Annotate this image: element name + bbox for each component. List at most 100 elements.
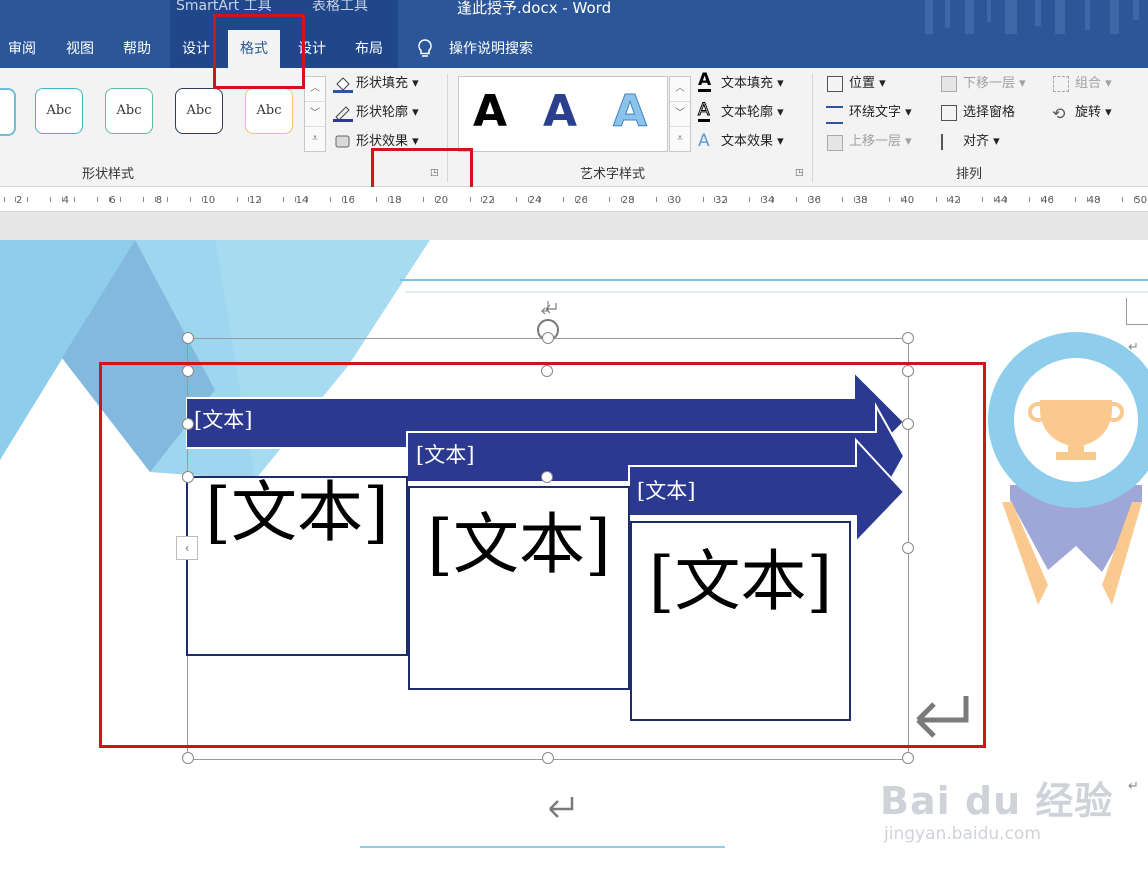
title-bar: SmartArt 工具 表格工具 逢此授予.docx - Word 审阅 视图 …	[0, 0, 1148, 68]
resize-handle-b[interactable]	[542, 752, 554, 764]
wrap-text-icon	[826, 106, 843, 124]
selection-pane-label: 选择窗格	[963, 105, 1016, 120]
text-fill-label: 文本填充	[721, 76, 774, 91]
ruler-minor-tick	[574, 197, 576, 202]
shape-style-swatch-partial[interactable]	[0, 88, 16, 136]
ruler-minor-tick	[3, 197, 5, 202]
resize-handle-br[interactable]	[902, 752, 914, 764]
baidu-watermark-url: jingyan.baidu.com	[884, 824, 1041, 844]
ruler-minor-tick	[166, 197, 168, 202]
selection-pane-icon	[941, 105, 957, 121]
ruler-minor-tick	[248, 197, 250, 202]
group-button[interactable]: 组合 ▾	[1075, 74, 1112, 94]
paragraph-mark-icon	[549, 797, 574, 818]
tell-me-search[interactable]: 操作说明搜索	[449, 38, 533, 60]
ruler-minor-tick	[912, 197, 914, 202]
ruler-minor-tick	[1040, 197, 1042, 202]
tab-review[interactable]: 审阅	[8, 38, 36, 60]
ruler-minor-tick	[120, 197, 122, 202]
ruler-tick-label: 8	[155, 195, 163, 206]
text-outline-icon: A	[698, 100, 710, 122]
lightbulb-icon[interactable]	[416, 38, 434, 60]
shape-outline-button[interactable]: 形状轮廓 ▾	[356, 103, 419, 123]
ruler-minor-tick	[1075, 197, 1077, 202]
shape-styles-group-label: 形状样式	[82, 167, 135, 182]
ruler-minor-tick	[632, 197, 634, 202]
scroll-down-icon[interactable]: ﹀	[305, 101, 325, 126]
ruler-minor-tick	[15, 197, 17, 202]
gallery-more-icon[interactable]: ⩡	[670, 126, 690, 151]
text-effects-icon: A	[698, 131, 710, 151]
text-outline-label: 文本轮廓	[721, 105, 774, 120]
resize-handle-tl[interactable]	[182, 332, 194, 344]
document-page[interactable]: [文本] [文本] [文本] [文本] [文本] [文本] ‹ ↵ ↵ Bai …	[0, 240, 1148, 875]
ruler-minor-tick	[236, 197, 238, 202]
paragraph-arrow-icon: ↵	[1128, 340, 1139, 355]
text-effects-label: 文本效果	[721, 134, 774, 149]
ruler-minor-tick	[481, 197, 483, 202]
ruler-tick-label: 4	[62, 195, 69, 206]
horizontal-ruler[interactable]: 2 4 6 8 10 12 14 16 18 20 22 24 26 28 30 32 34 36 38 40 42 44…	[0, 187, 1148, 212]
ruler-minor-tick	[760, 197, 762, 202]
ruler-minor-tick	[259, 197, 261, 202]
shape-style-swatch-1[interactable]: Abc	[35, 88, 83, 134]
position-button[interactable]: 位置 ▾	[849, 74, 886, 94]
ruler-minor-tick	[854, 197, 856, 202]
scroll-down-icon[interactable]: ﹀	[670, 101, 690, 126]
ruler-minor-tick	[609, 197, 611, 202]
wordart-style-3[interactable]: A	[612, 86, 647, 138]
shape-style-swatch-3[interactable]: Abc	[175, 88, 223, 134]
ruler-minor-tick	[213, 197, 215, 202]
tab-layout[interactable]: 布局	[355, 38, 383, 60]
shape-style-swatch-2[interactable]: Abc	[105, 88, 153, 134]
baidu-watermark-logo: Bai du 经验	[880, 779, 1114, 823]
tab-smartart-design[interactable]: 设计	[182, 38, 210, 60]
shape-style-swatch-4[interactable]: Abc	[245, 88, 293, 134]
text-effects-button[interactable]: 文本效果 ▾	[721, 132, 784, 152]
text-fill-icon: A	[698, 70, 712, 92]
position-label: 位置	[849, 76, 876, 91]
ruler-minor-tick	[61, 197, 63, 202]
ruler-minor-tick	[1005, 197, 1007, 202]
align-button[interactable]: 对齐 ▾	[963, 132, 1000, 152]
highlight-smartart	[99, 362, 986, 748]
wordart-style-1[interactable]: A	[473, 86, 507, 137]
shape-fill-button[interactable]: 形状填充 ▾	[356, 74, 419, 94]
wordart-style-2[interactable]: A	[543, 86, 577, 137]
wordart-dialog-launcher-icon[interactable]: ◳	[795, 168, 804, 178]
text-fill-button[interactable]: 文本填充 ▾	[721, 74, 784, 94]
ruler-minor-tick	[423, 197, 425, 202]
scroll-up-icon[interactable]: ︿	[670, 77, 690, 101]
scroll-up-icon[interactable]: ︿	[305, 77, 325, 101]
ruler-minor-tick	[283, 197, 285, 202]
send-backward-button[interactable]: 下移一层 ▾	[963, 74, 1026, 94]
shape-fill-label: 形状填充	[356, 76, 409, 91]
bring-forward-button[interactable]: 上移一层 ▾	[849, 132, 912, 152]
send-backward-label: 下移一层	[963, 76, 1016, 91]
resize-handle-t[interactable]	[542, 332, 554, 344]
resize-handle-tr[interactable]	[902, 332, 914, 344]
ruler-minor-tick	[889, 197, 891, 202]
text-outline-button[interactable]: 文本轮廓 ▾	[721, 103, 784, 123]
group-icon	[1053, 76, 1069, 92]
ruler-minor-tick	[656, 197, 658, 202]
resize-handle-bl[interactable]	[182, 752, 194, 764]
highlight-format-tab	[213, 14, 305, 89]
align-label: 对齐	[963, 134, 990, 149]
ruler-minor-tick	[527, 197, 529, 202]
shape-style-gallery-scroll[interactable]: ︿ ﹀ ⩡	[304, 76, 326, 152]
rotate-label: 旋转	[1075, 105, 1102, 120]
ruler-minor-tick	[667, 197, 669, 202]
tab-view[interactable]: 视图	[66, 38, 94, 60]
gallery-more-icon[interactable]: ⩡	[305, 126, 325, 151]
ruler-minor-tick	[749, 197, 751, 202]
ruler-minor-tick	[399, 197, 401, 202]
ruler-minor-tick	[621, 197, 623, 202]
wordart-gallery-scroll[interactable]: ︿ ﹀ ⩡	[669, 76, 691, 152]
wrap-text-button[interactable]: 环绕文字 ▾	[849, 103, 912, 123]
rotate-button[interactable]: 旋转 ▾	[1075, 103, 1112, 123]
ruler-minor-tick	[190, 197, 192, 202]
ruler-tick-label: 2	[16, 195, 23, 206]
selection-pane-button[interactable]: 选择窗格	[963, 103, 1015, 123]
tab-help[interactable]: 帮助	[123, 38, 151, 60]
